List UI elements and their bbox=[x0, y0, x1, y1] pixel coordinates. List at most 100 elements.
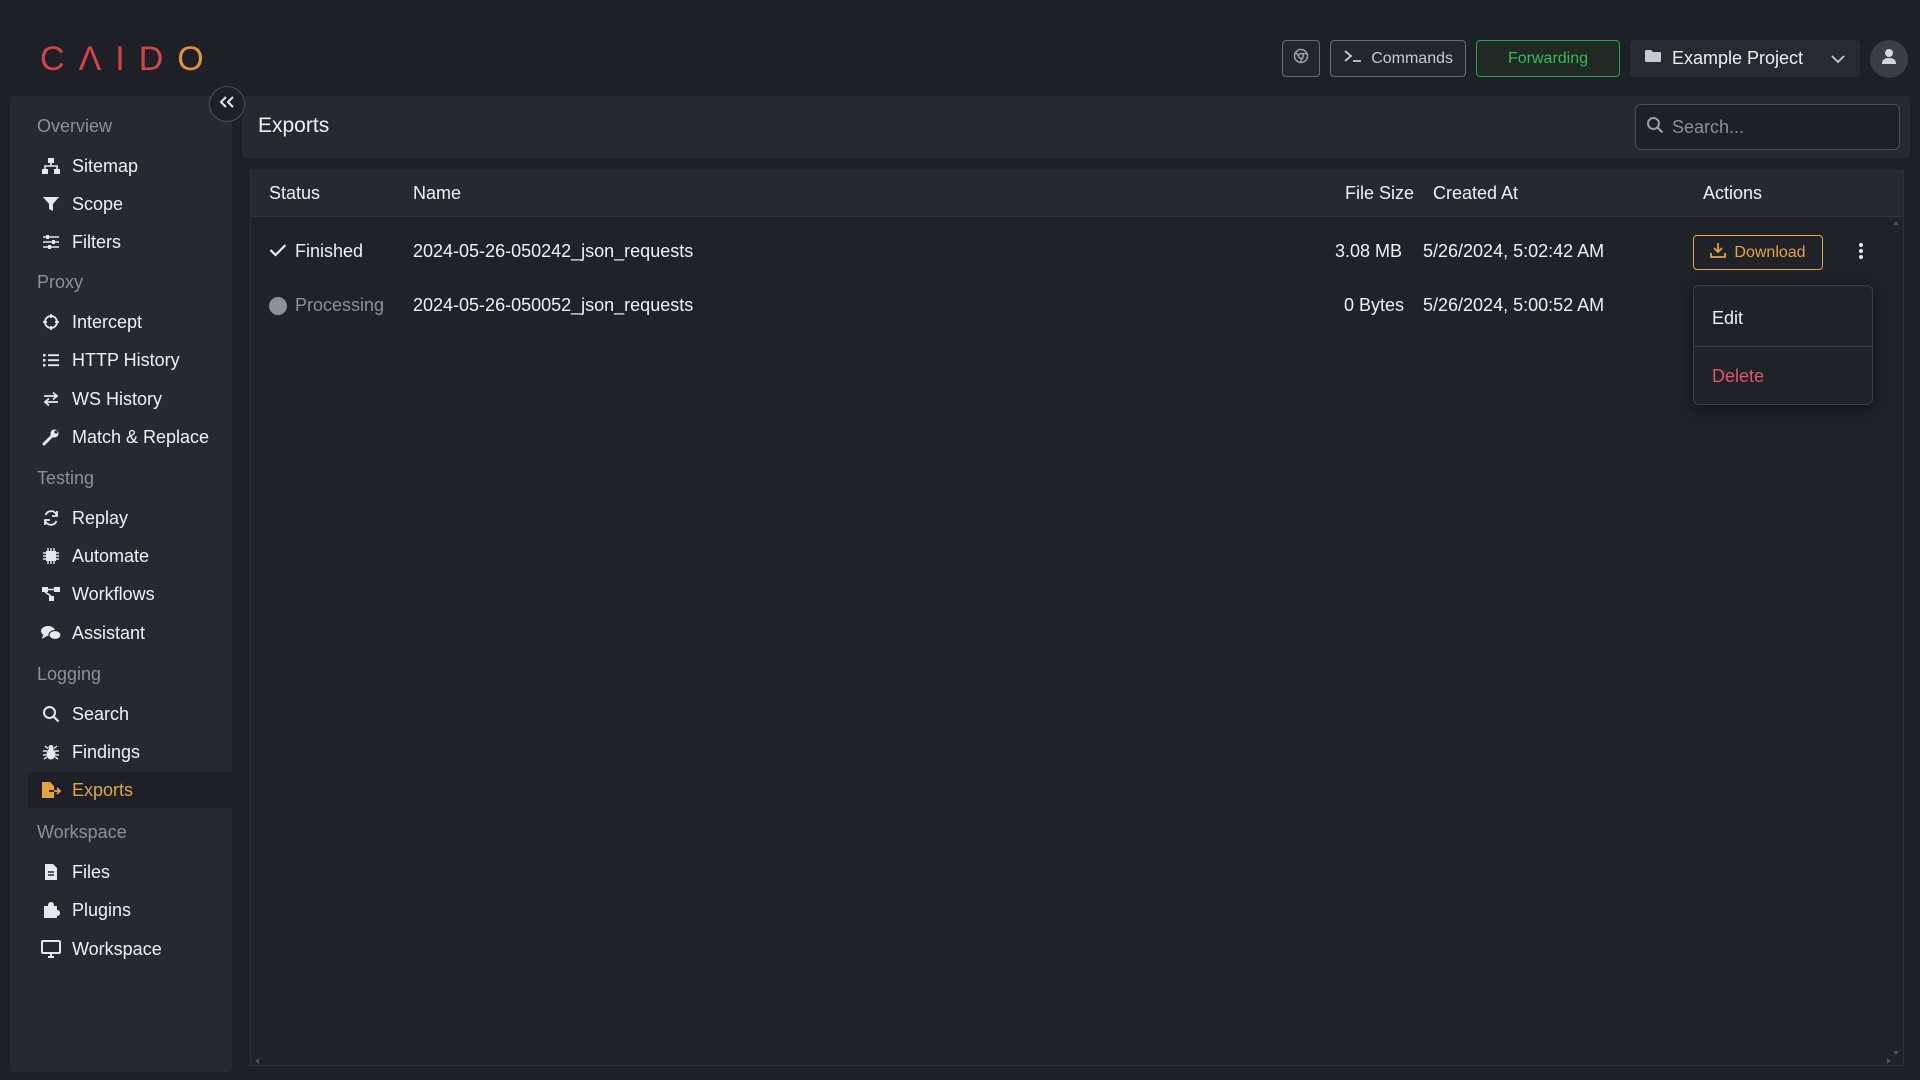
sitemap-icon bbox=[40, 155, 62, 177]
collapse-sidebar-button[interactable] bbox=[209, 86, 245, 122]
sidebar-item-workflows[interactable]: Workflows bbox=[28, 576, 233, 612]
status-text: Processing bbox=[295, 295, 385, 315]
kebab-icon bbox=[1858, 242, 1864, 265]
sidebar-item-sitemap[interactable]: Sitemap bbox=[28, 148, 233, 184]
menu-item-edit[interactable]: Edit bbox=[1694, 290, 1872, 346]
exports-table: Status Name File Size Created At Actions… bbox=[250, 170, 1904, 1066]
sidebar-item-label: Filters bbox=[72, 231, 121, 252]
sidebar-item-label: Sitemap bbox=[72, 155, 139, 176]
file-size-cell: 3.08 MB bbox=[1335, 241, 1403, 261]
sidebar-item-label: Workflows bbox=[72, 583, 155, 604]
sidebar-item-label: Scope bbox=[72, 193, 124, 214]
search-input[interactable] bbox=[1672, 116, 1872, 138]
status-text: Finished bbox=[295, 241, 364, 261]
caido-logo: C Λ I D O bbox=[40, 40, 204, 78]
download-label: Download bbox=[1734, 243, 1806, 261]
column-status[interactable]: Status bbox=[269, 183, 320, 204]
project-selector[interactable]: Example Project bbox=[1630, 40, 1860, 77]
name-cell: 2024-05-26-050052_json_requests bbox=[413, 295, 694, 315]
sidebar-item-label: Findings bbox=[72, 741, 141, 762]
sidebar-item-scope[interactable]: Scope bbox=[28, 186, 233, 222]
search-box[interactable] bbox=[1635, 104, 1900, 150]
sidebar-item-label: Exports bbox=[72, 779, 134, 800]
table-header: Status Name File Size Created At Actions bbox=[251, 171, 1903, 217]
logo-letter-c: C bbox=[40, 40, 65, 78]
table-row[interactable]: Finished 2024-05-26-050242_json_requests… bbox=[251, 225, 1903, 279]
monitor-icon bbox=[40, 938, 62, 960]
file-size-cell: 0 Bytes bbox=[1344, 295, 1405, 315]
column-actions: Actions bbox=[1703, 183, 1763, 203]
search-icon bbox=[40, 703, 62, 725]
menu-divider bbox=[1694, 346, 1872, 347]
puzzle-icon bbox=[40, 899, 62, 921]
sidebar-item-label: Search bbox=[72, 703, 130, 724]
sidebar-item-label: Files bbox=[72, 861, 111, 882]
sidebar-item-replay[interactable]: Replay bbox=[28, 500, 233, 536]
sidebar-item-files[interactable]: Files bbox=[28, 854, 233, 890]
processing-dot-icon bbox=[269, 296, 287, 315]
sidebar-item-assistant[interactable]: Assistant bbox=[28, 615, 233, 651]
column-file-size[interactable]: File Size bbox=[1345, 183, 1414, 204]
arrows-icon bbox=[40, 388, 62, 410]
section-label-overview: Overview bbox=[37, 116, 113, 136]
sidebar-item-label: Match & Replace bbox=[72, 426, 210, 447]
sidebar-item-exports[interactable]: Exports bbox=[28, 772, 233, 808]
menu-item-delete[interactable]: Delete bbox=[1694, 348, 1872, 404]
page-title: Exports bbox=[258, 114, 330, 137]
sliders-icon bbox=[40, 231, 62, 253]
sidebar-item-intercept[interactable]: Intercept bbox=[28, 304, 233, 340]
column-name[interactable]: Name bbox=[413, 183, 461, 204]
sidebar-item-plugins[interactable]: Plugins bbox=[28, 892, 233, 928]
workflow-icon bbox=[40, 583, 62, 605]
project-name: Example Project bbox=[1672, 48, 1804, 68]
name-cell: 2024-05-26-050242_json_requests bbox=[413, 241, 694, 261]
row-actions-menu: Edit Delete bbox=[1693, 285, 1873, 405]
status-cell: Processing bbox=[269, 295, 384, 316]
sidebar-item-search[interactable]: Search bbox=[28, 696, 233, 732]
created-at-cell: 5/26/2024, 5:00:52 AM bbox=[1423, 295, 1605, 315]
chip-icon bbox=[40, 545, 62, 567]
terminal-icon bbox=[1343, 48, 1363, 69]
chevron-down-icon bbox=[1830, 48, 1846, 69]
logo-letter-o: O bbox=[177, 40, 204, 78]
user-icon bbox=[1880, 47, 1898, 70]
user-avatar[interactable] bbox=[1870, 39, 1908, 78]
sidebar-item-ws-history[interactable]: WS History bbox=[28, 381, 233, 417]
sidebar-item-label: Replay bbox=[72, 507, 129, 528]
sidebar: Overview Sitemap Scope Filters Proxy Int… bbox=[10, 96, 233, 1072]
download-icon bbox=[1710, 242, 1727, 263]
sidebar-item-label: WS History bbox=[72, 388, 162, 409]
wrench-icon bbox=[40, 426, 62, 448]
section-label-logging: Logging bbox=[37, 664, 102, 684]
column-created-at[interactable]: Created At bbox=[1433, 183, 1518, 204]
download-button[interactable]: Download bbox=[1693, 235, 1823, 270]
chat-icon bbox=[40, 622, 62, 644]
sidebar-item-workspace[interactable]: Workspace bbox=[28, 931, 233, 967]
sidebar-item-label: Plugins bbox=[72, 899, 132, 920]
sidebar-item-findings[interactable]: Findings bbox=[28, 734, 233, 770]
sidebar-item-match-replace[interactable]: Match & Replace bbox=[28, 419, 233, 455]
commands-button[interactable]: Commands bbox=[1330, 40, 1466, 77]
folder-icon bbox=[1644, 48, 1662, 69]
sidebar-item-http-history[interactable]: HTTP History bbox=[28, 342, 233, 378]
table-row[interactable]: Processing 2024-05-26-050052_json_reques… bbox=[251, 279, 1903, 333]
sidebar-item-label: Workspace bbox=[72, 938, 162, 959]
check-icon bbox=[269, 241, 287, 262]
logo-letter-i: I bbox=[115, 40, 125, 78]
sidebar-item-label: Assistant bbox=[72, 622, 146, 643]
logo-letter-a: Λ bbox=[78, 40, 102, 78]
commands-label: Commands bbox=[1371, 49, 1453, 67]
vertical-scrollbar[interactable] bbox=[1891, 217, 1901, 1065]
search-icon bbox=[1646, 116, 1664, 139]
more-actions-button[interactable] bbox=[1851, 239, 1871, 267]
horizontal-scrollbar[interactable] bbox=[251, 1053, 1903, 1064]
section-label-workspace: Workspace bbox=[37, 822, 127, 842]
sidebar-item-automate[interactable]: Automate bbox=[28, 538, 233, 574]
funnel-icon bbox=[40, 193, 62, 215]
browser-button[interactable] bbox=[1282, 40, 1321, 77]
sidebar-item-filters[interactable]: Filters bbox=[28, 224, 233, 260]
rotate-icon bbox=[40, 507, 62, 529]
created-at-cell: 5/26/2024, 5:02:42 AM bbox=[1423, 241, 1605, 261]
logo-letter-d: D bbox=[138, 40, 164, 78]
forwarding-toggle[interactable]: Forwarding bbox=[1476, 40, 1620, 77]
